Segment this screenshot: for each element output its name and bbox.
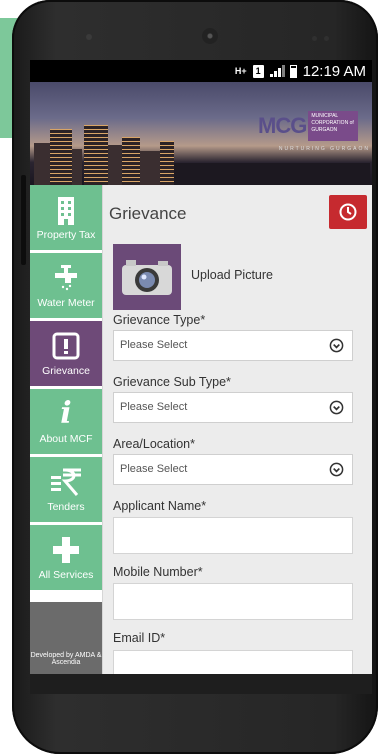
sim-indicator: 1 (252, 64, 264, 78)
header-banner: MCG MUNICIPAL CORPORATION of GURGAON NUR… (30, 82, 372, 185)
sidebar-item-all-services[interactable]: All Services (30, 525, 102, 590)
logo-subtitle: MUNICIPAL CORPORATION of GURGAON (308, 111, 359, 141)
tap-icon (51, 262, 81, 294)
exclamation-icon (52, 330, 80, 362)
signal-icon (269, 65, 285, 77)
app-screen: H+ 1 12:19 AM MCG MUNICIPAL CORPORATION … (30, 60, 372, 674)
upload-picture-label: Upload Picture (191, 268, 273, 282)
sidebar-item-about[interactable]: i About MCF (30, 389, 102, 454)
area-location-label: Area/Location* (113, 437, 196, 451)
area-location-value: Please Select (120, 463, 188, 475)
mobile-number-label: Mobile Number* (113, 565, 203, 579)
grievance-sub-type-label: Grievance Sub Type* (113, 375, 231, 389)
chevron-down-icon (329, 338, 344, 353)
sidebar-item-label: Grievance (42, 365, 90, 377)
sidebar-item-label: Water Meter (37, 297, 95, 309)
grievance-type-label: Grievance Type* (113, 313, 206, 327)
email-id-label: Email ID* (113, 631, 166, 645)
upload-picture-button[interactable] (113, 244, 181, 310)
mcg-logo: MCG MUNICIPAL CORPORATION of GURGAON (258, 106, 370, 146)
camera-icon (122, 260, 172, 295)
sidebar-item-label: About MCF (39, 433, 93, 445)
applicant-name-input[interactable] (113, 517, 353, 554)
network-type: H+ (234, 66, 247, 76)
clock: 12:19 AM (302, 62, 366, 80)
plus-icon (51, 534, 81, 566)
battery-icon (289, 64, 297, 78)
sidebar-item-tenders[interactable]: Tenders (30, 457, 102, 522)
page-title: Grievance (109, 204, 187, 223)
sidebar-item-water-meter[interactable]: Water Meter (30, 253, 102, 318)
phone-chin (30, 674, 372, 694)
mobile-number-input[interactable] (113, 583, 353, 620)
front-camera (86, 34, 92, 40)
rupee-icon (49, 466, 83, 498)
grievance-type-value: Please Select (120, 339, 188, 351)
status-bar: H+ 1 12:19 AM (30, 60, 372, 82)
developer-credit: Developed by AMDA & Ascendia (30, 602, 102, 674)
sidebar-nav: Property Tax Water Meter Grievance i Abo… (30, 185, 112, 674)
info-icon: i (60, 396, 72, 431)
history-button[interactable] (329, 195, 367, 229)
sidebar-item-property-tax[interactable]: Property Tax (30, 185, 102, 250)
sidebar-item-label: Tenders (47, 501, 85, 513)
history-icon (339, 203, 357, 221)
sensor-dot (324, 36, 329, 41)
chevron-down-icon (329, 462, 344, 477)
email-id-input[interactable] (113, 650, 353, 674)
grievance-sub-type-select[interactable]: Please Select (113, 392, 353, 423)
side-button (21, 175, 26, 265)
chevron-down-icon (329, 400, 344, 415)
logo-tagline: NURTURING GURGAON (278, 146, 370, 152)
grievance-type-select[interactable]: Please Select (113, 330, 353, 361)
sidebar-item-grievance[interactable]: Grievance (30, 321, 112, 386)
building-icon (55, 194, 77, 226)
sidebar-item-label: Property Tax (36, 229, 96, 241)
grievance-form: Grievance Upload Picture Grievance Type*… (102, 185, 372, 674)
earpiece-speaker (202, 28, 218, 44)
applicant-name-label: Applicant Name* (113, 499, 207, 513)
grievance-sub-type-value: Please Select (120, 401, 188, 413)
area-location-select[interactable]: Please Select (113, 454, 353, 485)
sensor-dot (312, 36, 317, 41)
sidebar-item-label: All Services (38, 569, 94, 581)
